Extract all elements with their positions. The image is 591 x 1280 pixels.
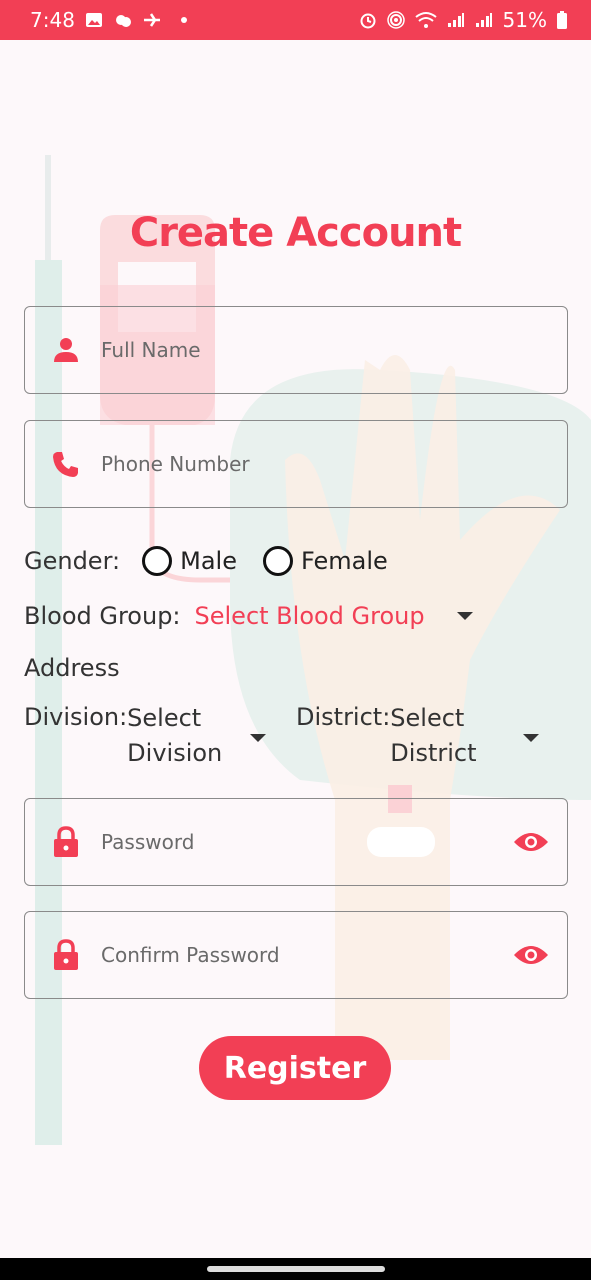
register-button[interactable]: Register [199, 1036, 391, 1100]
airplane-icon [143, 12, 161, 28]
district-label: District: [296, 703, 391, 731]
wifi-icon [414, 11, 437, 29]
gender-label: Gender: [24, 547, 121, 575]
lock-icon [51, 939, 81, 970]
division-dropdown[interactable]: Select Division [127, 701, 222, 771]
weather-icon [113, 12, 133, 28]
lock-icon [51, 826, 81, 857]
status-time: 7:48 [30, 8, 75, 32]
home-handle[interactable] [207, 1266, 385, 1272]
full-name-placeholder: Full Name [101, 338, 201, 362]
password-placeholder: Password [101, 830, 195, 854]
gender-row: Gender: Male Female [24, 544, 388, 578]
phone-number-placeholder: Phone Number [101, 452, 250, 476]
district-value-line2: District [390, 739, 477, 767]
radio-female[interactable] [262, 546, 293, 576]
status-left: 7:48 [30, 8, 187, 32]
person-icon [51, 335, 81, 365]
eye-icon[interactable] [513, 940, 549, 970]
phone-number-field[interactable]: Phone Number [24, 420, 568, 508]
blood-group-row: Blood Group: Select Blood Group [24, 598, 473, 634]
phone-icon [51, 449, 81, 479]
district-chevron-down-icon[interactable] [523, 734, 539, 742]
confirm-password-field[interactable]: Confirm Password [24, 911, 568, 999]
division-value-line1: Select [127, 704, 202, 732]
battery-percent: 51% [502, 8, 547, 32]
radio-male-label[interactable]: Male [180, 547, 237, 575]
notification-dot-icon [180, 17, 187, 23]
page-title: Create Account [129, 210, 462, 256]
status-right: 51% [359, 8, 567, 32]
radio-female-label[interactable]: Female [301, 547, 388, 575]
division-value-line2: Division [127, 739, 223, 767]
division-row: Division: Select Division [24, 703, 222, 771]
district-row: District: Select District [296, 703, 477, 771]
password-field[interactable]: Password [24, 798, 568, 886]
alarm-icon [359, 11, 377, 29]
full-name-field[interactable]: Full Name [24, 306, 568, 394]
eye-icon[interactable] [513, 827, 549, 857]
district-value-line1: Select [390, 704, 465, 732]
blood-group-dropdown[interactable]: Select Blood Group [195, 602, 425, 630]
chevron-down-icon[interactable] [456, 612, 473, 620]
battery-icon [557, 11, 567, 29]
division-label: Division: [24, 703, 128, 731]
signal-2-icon [475, 12, 493, 28]
blood-group-label: Blood Group: [24, 602, 181, 630]
address-label: Address [24, 654, 120, 682]
confirm-password-placeholder: Confirm Password [101, 943, 280, 967]
status-bar: 7:48 51% [0, 0, 591, 40]
gallery-icon [85, 11, 103, 29]
signal-icon [447, 12, 465, 28]
division-chevron-down-icon[interactable] [250, 734, 266, 742]
district-dropdown[interactable]: Select District [390, 701, 476, 771]
radio-male[interactable] [142, 546, 173, 576]
hotspot-icon [386, 11, 405, 29]
